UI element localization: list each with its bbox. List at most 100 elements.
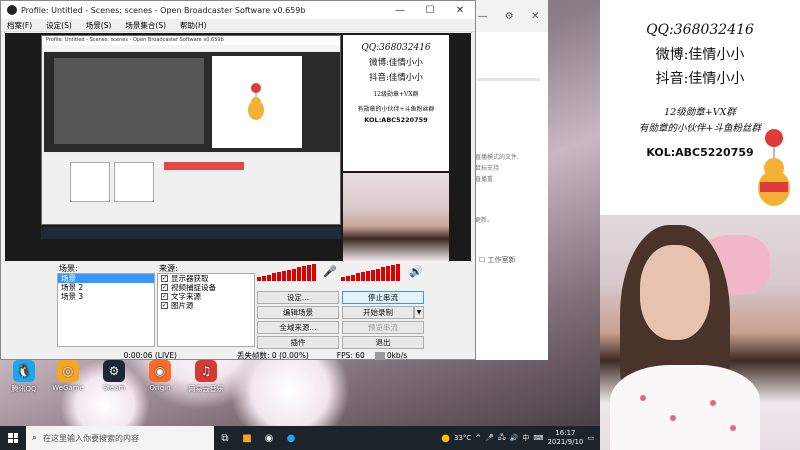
desktop-icon-wegame[interactable]: ◎ WeGame: [46, 360, 90, 392]
meter-bar: [356, 273, 360, 281]
qq-icon: 🐧: [13, 360, 35, 382]
gear-icon[interactable]: ⚙: [505, 11, 514, 22]
stream-preview[interactable]: Profile: Untitled - Scenes: scenes - Ope…: [5, 33, 471, 261]
close-button[interactable]: ✕: [445, 5, 475, 16]
speaker-icon[interactable]: 🔊: [409, 265, 423, 278]
nested-taskbar: [41, 227, 341, 239]
desktop-icon-label: Origin: [149, 384, 171, 392]
menu-help[interactable]: 帮助(H): [180, 20, 207, 31]
shirt-pattern: [670, 415, 676, 421]
start-record-button[interactable]: 开始录制: [342, 306, 414, 319]
edit-scene-button[interactable]: 编辑场景: [257, 306, 339, 319]
nested-menubar: [42, 45, 340, 51]
obs-titlebar[interactable]: Profile: Untitled - Scenes: scenes - Ope…: [1, 1, 475, 19]
minimize-button[interactable]: —: [385, 5, 415, 16]
weather-icon: ●: [441, 432, 450, 444]
obs-window[interactable]: Profile: Untitled - Scenes: scenes - Ope…: [0, 0, 476, 360]
webcam-preview: [343, 173, 449, 261]
chat-icon[interactable]: ●: [280, 426, 302, 450]
meter-bar: [376, 268, 380, 281]
meter-bar: [361, 272, 365, 281]
desktop-icon-label: Steam: [102, 384, 126, 392]
bg-text: 直播模式的文件,: [475, 154, 519, 161]
origin-icon: ◉: [149, 360, 171, 382]
chevron-up-icon[interactable]: ^: [475, 434, 481, 442]
minimize-icon[interactable]: —: [478, 11, 488, 22]
meter-bar: [346, 275, 350, 281]
overlay-fans: 有勋章的小伙伴+斗鱼粉丝群: [357, 106, 435, 113]
scene-item[interactable]: 场景 3: [58, 292, 154, 301]
source-item[interactable]: ✓ 视频捕捉设备: [158, 283, 254, 292]
bg-text: 直播重: [475, 176, 494, 183]
meter-bar: [396, 263, 400, 281]
mic-tray-icon[interactable]: 🎤: [485, 434, 494, 442]
global-sources-button[interactable]: 全域来源...: [257, 321, 339, 334]
sources-list[interactable]: ✓ 显示器获取 ✓ 视频捕捉设备 ✓ 文字来源 ✓ 图片源: [157, 273, 255, 347]
meter-bar: [292, 268, 296, 281]
meter-bar: [297, 267, 301, 281]
menu-settings[interactable]: 设定(S): [46, 20, 72, 31]
close-icon[interactable]: ✕: [531, 11, 539, 22]
preview-stream-button[interactable]: 预览串流: [342, 321, 424, 334]
bg-checkbox-label: 工作室新: [487, 256, 516, 264]
checkbox-checked[interactable]: ✓: [161, 302, 168, 309]
settings-button[interactable]: 设定...: [257, 291, 339, 304]
window-title: Profile: Untitled - Scenes: scenes - Ope…: [21, 5, 306, 15]
mic-icon[interactable]: 🎤: [323, 265, 337, 278]
keyboard-icon[interactable]: ⌨: [533, 434, 543, 442]
background-window-toolbar: — ⚙ ✕: [469, 0, 548, 32]
meter-bar: [267, 274, 271, 281]
network-icon[interactable]: 🖧: [498, 433, 506, 444]
clock-date: 2021/9/10: [547, 438, 584, 446]
clock[interactable]: 16:17 2021/9/10: [547, 429, 583, 447]
meter-bar: [307, 265, 311, 281]
source-label: 文字来源: [171, 292, 201, 301]
plugins-button[interactable]: 插件: [257, 336, 339, 349]
stop-stream-button[interactable]: 停止串流: [342, 291, 424, 304]
source-item[interactable]: ✓ 文字来源: [158, 292, 254, 301]
menu-file[interactable]: 档案(F): [7, 20, 32, 31]
source-item[interactable]: ✓ 显示器获取: [158, 274, 254, 283]
source-label: 显示器获取: [171, 274, 209, 283]
meter-bar: [262, 275, 266, 281]
volume-icon[interactable]: 🔊: [510, 434, 519, 442]
checkbox-checked[interactable]: ✓: [161, 275, 168, 282]
meter-bar: [287, 269, 291, 281]
menu-scene-collection[interactable]: 场景集合(S): [125, 20, 166, 31]
taskbar-search-input[interactable]: ⌕ 在这里输入你要搜索的内容: [26, 426, 214, 450]
source-item[interactable]: ✓ 图片源: [158, 301, 254, 310]
background-window[interactable]: — ⚙ ✕ 直播模式的文件, 鼠标支持 直播重 更新。 ☐ 工作室新: [468, 0, 548, 360]
obs-statusbar: 0:00:06 (LIVE) 丢失帧数: 0 (0.00%) FPS: 60 0…: [57, 350, 467, 360]
notification-icon[interactable]: ▭: [587, 434, 594, 442]
obs-taskbar-icon[interactable]: ◉: [258, 426, 280, 450]
fps-readout: FPS: 60: [336, 350, 365, 360]
start-button[interactable]: [0, 426, 26, 450]
record-dropdown-chevron-down-icon[interactable]: ▼: [414, 306, 424, 319]
meter-bar: [366, 271, 370, 281]
system-tray: ● 33°C ^ 🎤 🖧 🔊 中 ⌨ 16:17 2021/9/10 ▭: [441, 429, 600, 447]
desktop-icon-netease-music[interactable]: ♫ 网易云音乐: [184, 360, 228, 394]
weather-temp[interactable]: 33°C: [454, 434, 471, 442]
maximize-button[interactable]: ☐: [415, 5, 445, 16]
task-view-icon[interactable]: ⧉: [214, 426, 236, 450]
ime-indicator[interactable]: 中: [522, 433, 529, 443]
scene-item[interactable]: 场景 2: [58, 283, 154, 292]
menu-scene[interactable]: 场景(S): [86, 20, 112, 31]
desktop-icon-steam[interactable]: ⚙ Steam: [92, 360, 136, 392]
meter-bar: [341, 277, 345, 281]
exit-button[interactable]: 退出: [342, 336, 424, 349]
steam-icon: ⚙: [103, 360, 125, 382]
bg-checkbox[interactable]: ☐ 工作室新: [469, 253, 548, 267]
meter-bar: [371, 269, 375, 281]
windows-logo-icon: [8, 433, 18, 443]
scenes-list[interactable]: 场景 场景 2 场景 3: [57, 273, 155, 347]
desktop-icon-qq[interactable]: 🐧 腾讯QQ: [2, 360, 46, 394]
scene-item[interactable]: 场景: [58, 274, 154, 283]
checkbox-checked[interactable]: ✓: [161, 284, 168, 291]
bg-text: 鼠标支持: [475, 165, 500, 172]
windows-taskbar: ⌕ 在这里输入你要搜索的内容 ⧉ ■ ◉ ● ● 33°C ^ 🎤 🖧 🔊 中 …: [0, 426, 600, 450]
nested-sources-list: [114, 162, 154, 202]
desktop-icon-origin[interactable]: ◉ Origin: [138, 360, 182, 392]
app-icon[interactable]: ■: [236, 426, 258, 450]
checkbox-checked[interactable]: ✓: [161, 293, 168, 300]
